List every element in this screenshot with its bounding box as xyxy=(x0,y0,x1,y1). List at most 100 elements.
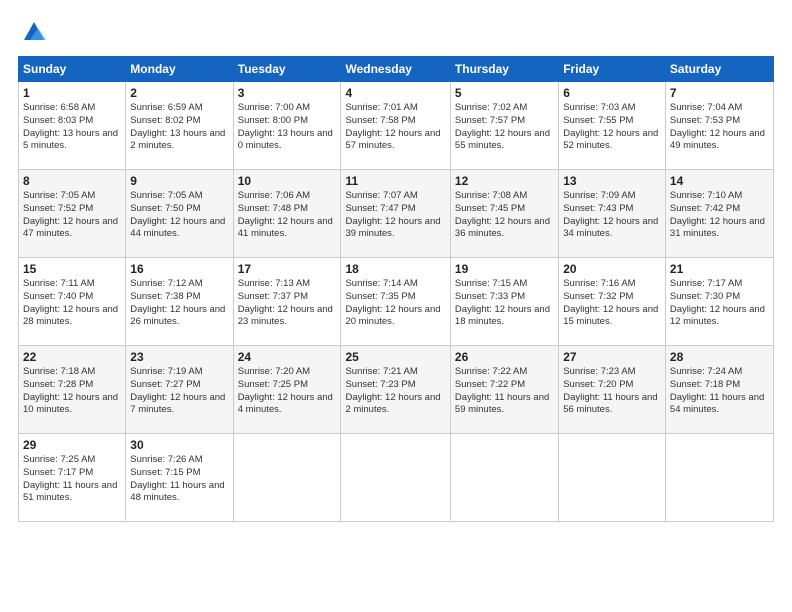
calendar-week-row: 15 Sunrise: 7:11 AM Sunset: 7:40 PM Dayl… xyxy=(19,258,774,346)
sunset-label: Sunset: 7:30 PM xyxy=(670,291,740,302)
calendar-day-cell: 11 Sunrise: 7:07 AM Sunset: 7:47 PM Dayl… xyxy=(341,170,450,258)
sunset-label: Sunset: 7:18 PM xyxy=(670,379,740,390)
day-info: Sunrise: 6:59 AM Sunset: 8:02 PM Dayligh… xyxy=(130,102,228,153)
sunset-label: Sunset: 8:00 PM xyxy=(238,115,308,126)
day-info: Sunrise: 7:13 AM Sunset: 7:37 PM Dayligh… xyxy=(238,278,337,329)
day-number: 5 xyxy=(455,86,554,100)
daylight-label: Daylight: 12 hours and 4 minutes. xyxy=(238,392,333,416)
daylight-label: Daylight: 12 hours and 15 minutes. xyxy=(563,304,658,328)
sunrise-label: Sunrise: 7:15 AM xyxy=(455,278,527,289)
day-info: Sunrise: 7:10 AM Sunset: 7:42 PM Dayligh… xyxy=(670,190,769,241)
day-number: 1 xyxy=(23,86,121,100)
empty-cell xyxy=(341,434,450,522)
sunset-label: Sunset: 7:52 PM xyxy=(23,203,93,214)
day-number: 8 xyxy=(23,174,121,188)
sunrise-label: Sunrise: 7:12 AM xyxy=(130,278,202,289)
day-info: Sunrise: 7:05 AM Sunset: 7:52 PM Dayligh… xyxy=(23,190,121,241)
day-info: Sunrise: 7:18 AM Sunset: 7:28 PM Dayligh… xyxy=(23,366,121,417)
day-info: Sunrise: 7:14 AM Sunset: 7:35 PM Dayligh… xyxy=(345,278,445,329)
daylight-label: Daylight: 13 hours and 5 minutes. xyxy=(23,128,118,152)
sunrise-label: Sunrise: 7:17 AM xyxy=(670,278,742,289)
sunrise-label: Sunrise: 7:18 AM xyxy=(23,366,95,377)
sunrise-label: Sunrise: 7:07 AM xyxy=(345,190,417,201)
sunset-label: Sunset: 7:55 PM xyxy=(563,115,633,126)
calendar-day-cell: 24 Sunrise: 7:20 AM Sunset: 7:25 PM Dayl… xyxy=(233,346,341,434)
daylight-label: Daylight: 11 hours and 59 minutes. xyxy=(455,392,549,416)
day-number: 27 xyxy=(563,350,661,364)
day-number: 29 xyxy=(23,438,121,452)
logo xyxy=(18,18,48,46)
daylight-label: Daylight: 11 hours and 51 minutes. xyxy=(23,480,117,504)
daylight-label: Daylight: 12 hours and 36 minutes. xyxy=(455,216,550,240)
calendar-day-cell: 8 Sunrise: 7:05 AM Sunset: 7:52 PM Dayli… xyxy=(19,170,126,258)
day-number: 22 xyxy=(23,350,121,364)
daylight-label: Daylight: 12 hours and 34 minutes. xyxy=(563,216,658,240)
calendar-day-cell: 17 Sunrise: 7:13 AM Sunset: 7:37 PM Dayl… xyxy=(233,258,341,346)
weekday-header-monday: Monday xyxy=(126,57,233,82)
daylight-label: Daylight: 12 hours and 28 minutes. xyxy=(23,304,118,328)
day-info: Sunrise: 7:02 AM Sunset: 7:57 PM Dayligh… xyxy=(455,102,554,153)
day-info: Sunrise: 7:16 AM Sunset: 7:32 PM Dayligh… xyxy=(563,278,661,329)
daylight-label: Daylight: 13 hours and 0 minutes. xyxy=(238,128,333,152)
sunrise-label: Sunrise: 7:23 AM xyxy=(563,366,635,377)
day-number: 23 xyxy=(130,350,228,364)
daylight-label: Daylight: 12 hours and 2 minutes. xyxy=(345,392,440,416)
day-info: Sunrise: 7:08 AM Sunset: 7:45 PM Dayligh… xyxy=(455,190,554,241)
day-info: Sunrise: 7:17 AM Sunset: 7:30 PM Dayligh… xyxy=(670,278,769,329)
day-info: Sunrise: 7:00 AM Sunset: 8:00 PM Dayligh… xyxy=(238,102,337,153)
sunset-label: Sunset: 7:37 PM xyxy=(238,291,308,302)
daylight-label: Daylight: 12 hours and 44 minutes. xyxy=(130,216,225,240)
sunrise-label: Sunrise: 7:05 AM xyxy=(130,190,202,201)
calendar-week-row: 29 Sunrise: 7:25 AM Sunset: 7:17 PM Dayl… xyxy=(19,434,774,522)
daylight-label: Daylight: 11 hours and 48 minutes. xyxy=(130,480,224,504)
day-number: 3 xyxy=(238,86,337,100)
calendar-week-row: 22 Sunrise: 7:18 AM Sunset: 7:28 PM Dayl… xyxy=(19,346,774,434)
calendar-day-cell: 10 Sunrise: 7:06 AM Sunset: 7:48 PM Dayl… xyxy=(233,170,341,258)
day-number: 10 xyxy=(238,174,337,188)
calendar-day-cell: 14 Sunrise: 7:10 AM Sunset: 7:42 PM Dayl… xyxy=(665,170,773,258)
day-info: Sunrise: 7:24 AM Sunset: 7:18 PM Dayligh… xyxy=(670,366,769,417)
day-number: 17 xyxy=(238,262,337,276)
calendar-week-row: 1 Sunrise: 6:58 AM Sunset: 8:03 PM Dayli… xyxy=(19,82,774,170)
sunrise-label: Sunrise: 7:19 AM xyxy=(130,366,202,377)
calendar-day-cell: 1 Sunrise: 6:58 AM Sunset: 8:03 PM Dayli… xyxy=(19,82,126,170)
day-info: Sunrise: 7:03 AM Sunset: 7:55 PM Dayligh… xyxy=(563,102,661,153)
sunrise-label: Sunrise: 7:22 AM xyxy=(455,366,527,377)
calendar-day-cell: 16 Sunrise: 7:12 AM Sunset: 7:38 PM Dayl… xyxy=(126,258,233,346)
calendar-day-cell: 15 Sunrise: 7:11 AM Sunset: 7:40 PM Dayl… xyxy=(19,258,126,346)
sunset-label: Sunset: 7:17 PM xyxy=(23,467,93,478)
day-number: 12 xyxy=(455,174,554,188)
day-number: 19 xyxy=(455,262,554,276)
day-number: 13 xyxy=(563,174,661,188)
daylight-label: Daylight: 12 hours and 10 minutes. xyxy=(23,392,118,416)
sunrise-label: Sunrise: 7:03 AM xyxy=(563,102,635,113)
daylight-label: Daylight: 12 hours and 23 minutes. xyxy=(238,304,333,328)
daylight-label: Daylight: 12 hours and 55 minutes. xyxy=(455,128,550,152)
daylight-label: Daylight: 12 hours and 7 minutes. xyxy=(130,392,225,416)
empty-cell xyxy=(665,434,773,522)
day-info: Sunrise: 7:11 AM Sunset: 7:40 PM Dayligh… xyxy=(23,278,121,329)
day-number: 6 xyxy=(563,86,661,100)
sunset-label: Sunset: 7:40 PM xyxy=(23,291,93,302)
sunset-label: Sunset: 7:57 PM xyxy=(455,115,525,126)
daylight-label: Daylight: 12 hours and 26 minutes. xyxy=(130,304,225,328)
sunrise-label: Sunrise: 7:09 AM xyxy=(563,190,635,201)
logo-icon xyxy=(20,18,48,46)
day-number: 11 xyxy=(345,174,445,188)
weekday-header-sunday: Sunday xyxy=(19,57,126,82)
calendar-day-cell: 23 Sunrise: 7:19 AM Sunset: 7:27 PM Dayl… xyxy=(126,346,233,434)
calendar-day-cell: 29 Sunrise: 7:25 AM Sunset: 7:17 PM Dayl… xyxy=(19,434,126,522)
day-number: 25 xyxy=(345,350,445,364)
calendar-day-cell: 9 Sunrise: 7:05 AM Sunset: 7:50 PM Dayli… xyxy=(126,170,233,258)
calendar-day-cell: 20 Sunrise: 7:16 AM Sunset: 7:32 PM Dayl… xyxy=(559,258,666,346)
day-number: 15 xyxy=(23,262,121,276)
calendar-day-cell: 18 Sunrise: 7:14 AM Sunset: 7:35 PM Dayl… xyxy=(341,258,450,346)
daylight-label: Daylight: 12 hours and 39 minutes. xyxy=(345,216,440,240)
day-info: Sunrise: 7:23 AM Sunset: 7:20 PM Dayligh… xyxy=(563,366,661,417)
day-info: Sunrise: 7:01 AM Sunset: 7:58 PM Dayligh… xyxy=(345,102,445,153)
sunrise-label: Sunrise: 7:21 AM xyxy=(345,366,417,377)
day-info: Sunrise: 6:58 AM Sunset: 8:03 PM Dayligh… xyxy=(23,102,121,153)
sunset-label: Sunset: 7:28 PM xyxy=(23,379,93,390)
sunrise-label: Sunrise: 7:26 AM xyxy=(130,454,202,465)
sunset-label: Sunset: 7:15 PM xyxy=(130,467,200,478)
